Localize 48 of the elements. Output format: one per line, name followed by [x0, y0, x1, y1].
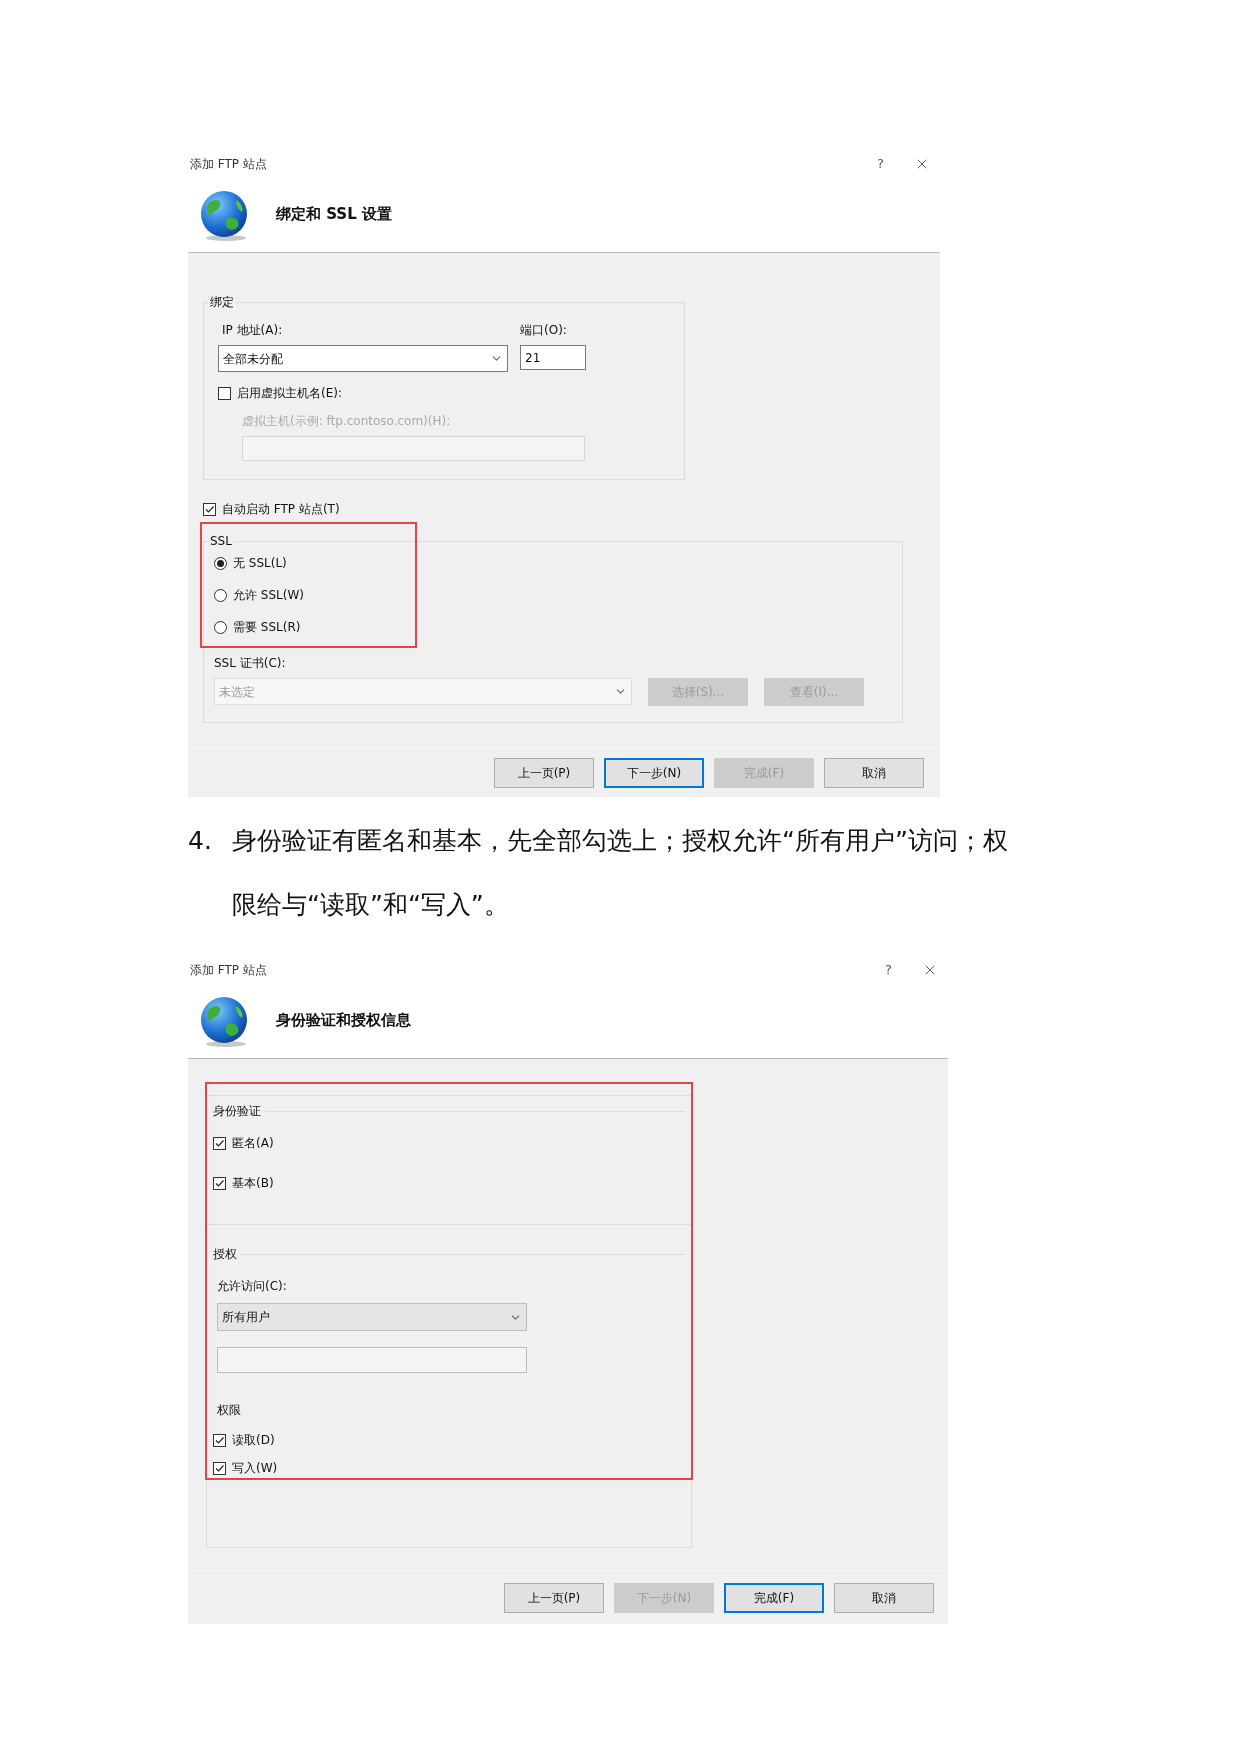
checkbox[interactable] — [218, 386, 231, 400]
group-legend: 权限 — [217, 1403, 241, 1417]
checkbox[interactable] — [213, 1136, 226, 1150]
dialog-button[interactable]: 取消 — [824, 757, 924, 788]
checkbox-label: 启用虚拟主机名(E): — [237, 385, 342, 402]
instruction-text: 身份验证有匿名和基本，先全部勾选上；授权允许“所有用户”访问；权 — [232, 825, 1008, 857]
checkbox[interactable] — [203, 502, 216, 516]
window-title: 添加 FTP 站点 — [190, 962, 267, 979]
radio-button[interactable] — [214, 556, 227, 570]
ip-address-dropdown[interactable]: 全部未分配 — [218, 345, 508, 372]
page-heading: 身份验证和授权信息 — [276, 1010, 411, 1032]
checkbox-label: 基本(B) — [232, 1175, 274, 1192]
checkbox-label: 读取(D) — [232, 1432, 275, 1449]
field-label: 允许访问(C): — [217, 1278, 288, 1295]
dialog-button[interactable]: 下一步(N) — [604, 757, 704, 788]
dialog-button[interactable]: 上一页(P) — [494, 757, 594, 788]
help-button[interactable]: ? — [885, 960, 892, 980]
checkbox-label: 自动启动 FTP 站点(T) — [222, 501, 340, 518]
group-legend: SSL — [208, 532, 234, 550]
checkbox-label: 写入(W) — [232, 1460, 278, 1477]
group-legend: 绑定 — [208, 293, 236, 311]
dialog-button[interactable]: 取消 — [834, 1582, 934, 1613]
radio-button[interactable] — [214, 620, 227, 634]
host-name-field[interactable] — [242, 436, 585, 461]
radio-label: 无 SSL(L) — [233, 555, 287, 572]
field-label: IP 地址(A): — [221, 322, 284, 339]
dialog-button[interactable]: 上一页(P) — [504, 1582, 604, 1613]
radio-label: 允许 SSL(W) — [233, 587, 304, 604]
instruction-text: 限给与“读取”和“写入”。 — [232, 889, 510, 921]
checkbox[interactable] — [213, 1461, 226, 1475]
field-label: 虚拟主机(示例: ftp.contoso.com)(H): — [242, 413, 452, 430]
step-number: 4. — [188, 825, 213, 857]
help-button[interactable]: ? — [877, 154, 884, 174]
page-heading: 绑定和 SSL 设置 — [276, 204, 392, 226]
user-name-field[interactable] — [217, 1347, 527, 1373]
field-label: 端口(O): — [520, 322, 568, 339]
field-label: SSL 证书(C): — [214, 655, 287, 672]
checkbox-label: 匿名(A) — [232, 1135, 274, 1152]
dialog-button[interactable]: 完成(F) — [724, 1582, 824, 1613]
window-title: 添加 FTP 站点 — [190, 156, 267, 173]
checkbox[interactable] — [213, 1433, 226, 1447]
radio-button[interactable] — [214, 588, 227, 602]
port-field[interactable]: 21 — [520, 345, 586, 370]
checkbox[interactable] — [213, 1176, 226, 1190]
group-legend: 授权 — [213, 1245, 237, 1263]
radio-label: 需要 SSL(R) — [233, 619, 301, 636]
group-legend: 身份验证 — [213, 1102, 261, 1120]
access-dropdown[interactable]: 所有用户 — [217, 1303, 527, 1331]
